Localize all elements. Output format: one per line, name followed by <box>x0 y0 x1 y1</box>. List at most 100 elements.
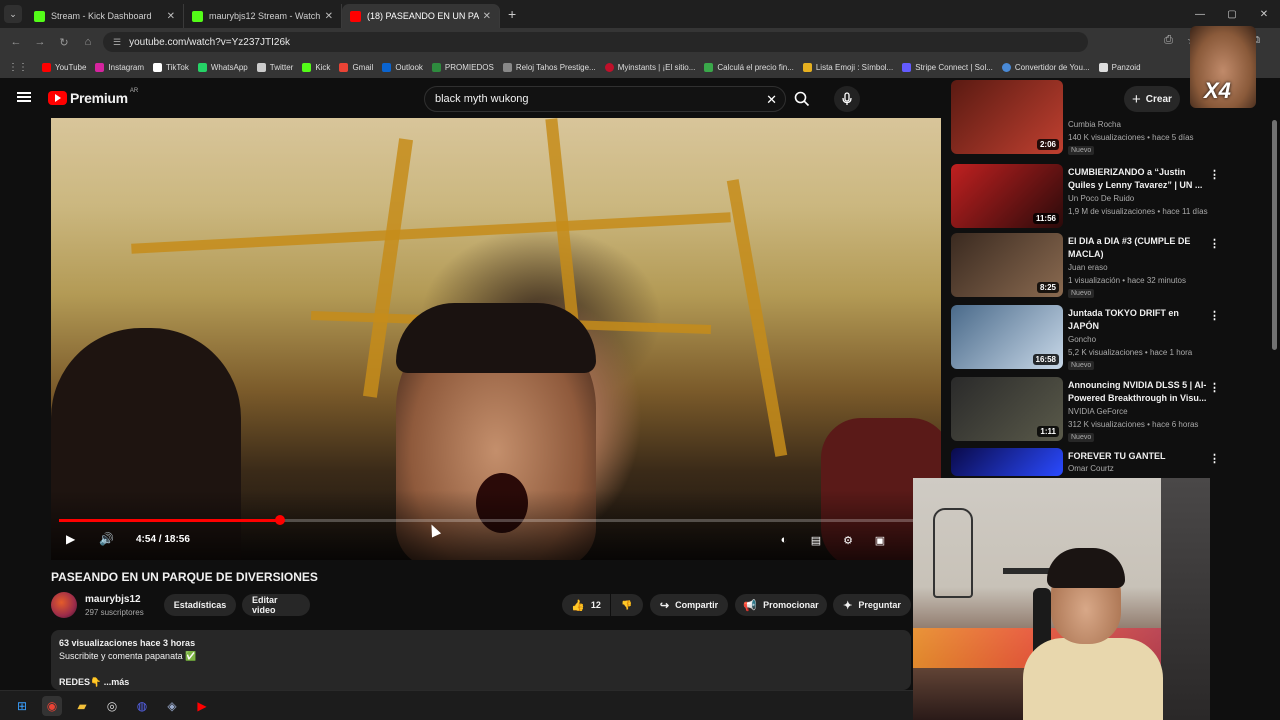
recommended-title[interactable]: FOREVER TU GANTEL <box>1068 450 1208 463</box>
more-options-icon[interactable]: ⋮ <box>1209 381 1220 394</box>
bookmark-item[interactable]: Myinstants | ¡El sitio... <box>604 62 695 72</box>
browser-tab-3[interactable]: (18) PASEANDO EN UN PARQUE DE DIVERSIONE… <box>342 4 500 28</box>
channel-name[interactable]: maurybjs12 <box>85 594 141 605</box>
voice-search-button[interactable] <box>834 86 860 112</box>
file-explorer-icon[interactable]: ▰ <box>72 696 92 716</box>
search-button[interactable] <box>788 86 816 112</box>
progress-fill <box>59 519 281 522</box>
bookmarks-bar: ⋮⋮ YouTube Instagram TikTok WhatsApp Twi… <box>0 56 1280 78</box>
tab-search-icon[interactable]: ⌄ <box>4 5 22 23</box>
video-thumbnail[interactable]: 11:56 <box>951 164 1063 228</box>
dislike-button[interactable]: 👎 <box>611 594 643 616</box>
subtitles-icon[interactable]: ▤ <box>807 531 825 549</box>
bookmark-label: Calculá el precio fin... <box>717 62 794 72</box>
autoplay-toggle-icon[interactable]: ◐ <box>775 531 793 549</box>
bookmark-item[interactable]: WhatsApp <box>197 62 248 72</box>
page-scrollbar[interactable] <box>1272 120 1277 350</box>
bookmark-item[interactable]: Instagram <box>95 62 144 72</box>
more-options-icon[interactable]: ⋮ <box>1209 452 1220 465</box>
recommended-title[interactable]: CUMBIERIZANDO a “Justin Quiles y Lenny T… <box>1068 166 1208 192</box>
close-icon[interactable]: ✕ <box>483 11 491 22</box>
settings-gear-icon[interactable]: ⚙ <box>839 531 857 549</box>
bookmark-item[interactable]: TikTok <box>153 62 189 72</box>
url-input[interactable]: ☰ youtube.com/watch?v=Yz237JTI26k <box>103 32 1088 52</box>
bookmark-item[interactable]: Convertidor de You... <box>1001 62 1090 72</box>
close-window-icon[interactable]: ✕ <box>1248 9 1280 20</box>
steam-icon[interactable]: ◈ <box>162 696 182 716</box>
bookmark-item[interactable]: YouTube <box>42 62 86 72</box>
more-options-icon[interactable]: ⋮ <box>1209 309 1220 322</box>
recommended-video[interactable]: 16:58 Juntada TOKYO DRIFT en JAPÓN ⋮ Goncho… <box>951 305 1271 371</box>
bookmark-item[interactable]: Lista Emoji : Símbol... <box>802 62 893 72</box>
bookmark-item[interactable]: PROMIEDOS <box>431 62 494 72</box>
show-more-link[interactable]: ...más <box>104 677 130 687</box>
video-thumbnail[interactable]: 16:58 <box>951 305 1063 369</box>
minimize-icon[interactable]: — <box>1184 9 1216 20</box>
install-icon[interactable]: ⎙ <box>1164 34 1173 47</box>
video-thumbnail[interactable] <box>951 448 1063 476</box>
apps-grid-icon[interactable]: ⋮⋮ <box>8 62 28 73</box>
browser-tab-2[interactable]: maurybjs12 Stream - Watch Live ✕ <box>184 4 342 28</box>
miniplayer-icon[interactable]: ▣ <box>871 531 889 549</box>
share-button[interactable]: ↪ Compartir <box>650 594 728 616</box>
youtube-logo[interactable]: Premium AR <box>48 88 138 106</box>
recommended-channel[interactable]: Cumbia Rocha <box>1068 120 1121 129</box>
bookmark-item[interactable]: Calculá el precio fin... <box>704 62 794 72</box>
video-thumbnail[interactable]: 1:11 <box>951 377 1063 441</box>
chrome-icon[interactable]: ◉ <box>42 695 62 716</box>
recommended-channel[interactable]: NVIDIA GeForce <box>1068 407 1128 416</box>
bookmark-item[interactable]: Stripe Connect | Sol... <box>902 62 993 72</box>
video-thumbnail[interactable]: 8:25 <box>951 233 1063 297</box>
site-info-icon[interactable]: ☰ <box>113 37 121 48</box>
bookmark-item[interactable]: Kick <box>302 62 330 72</box>
back-icon[interactable]: ← <box>4 36 28 48</box>
bookmark-item[interactable]: Outlook <box>382 62 423 72</box>
bookmark-label: Twitter <box>269 62 294 72</box>
progress-bar[interactable] <box>59 515 913 525</box>
youtube-app-icon[interactable]: ▶ <box>192 696 212 716</box>
edit-video-button[interactable]: Editar video <box>242 594 310 616</box>
description-box[interactable]: 63 visualizaciones hace 3 horas Suscribi… <box>51 630 911 690</box>
obs-icon[interactable]: ◎ <box>102 696 122 716</box>
forward-icon[interactable]: → <box>28 36 52 48</box>
recommended-title[interactable]: Juntada TOKYO DRIFT en JAPÓN <box>1068 307 1208 333</box>
new-tab-icon[interactable]: + <box>508 6 516 22</box>
recommended-title[interactable]: El DIA a DIA #3 (CUMPLE DE MACLA) <box>1068 235 1208 261</box>
promote-button[interactable]: 📢 Promocionar <box>735 594 827 616</box>
menu-icon[interactable] <box>17 92 31 102</box>
recommended-channel[interactable]: Omar Courtz <box>1068 464 1114 473</box>
play-icon[interactable]: ▶ <box>66 532 75 546</box>
ask-button[interactable]: ✦ Preguntar <box>833 594 911 616</box>
recommended-video[interactable]: 8:25 El DIA a DIA #3 (CUMPLE DE MACLA) ⋮ Ju… <box>951 233 1271 299</box>
home-icon[interactable]: ⌂ <box>76 36 100 48</box>
volume-icon[interactable]: 🔊 <box>99 532 114 546</box>
channel-avatar[interactable] <box>51 592 77 618</box>
close-icon[interactable]: ✕ <box>167 11 175 22</box>
reload-icon[interactable]: ↻ <box>52 36 76 49</box>
clear-search-icon[interactable]: ✕ <box>766 92 777 108</box>
recommended-title[interactable]: Announcing NVIDIA DLSS 5 | AI-Powered Br… <box>1068 379 1208 405</box>
more-options-icon[interactable]: ⋮ <box>1209 237 1220 250</box>
recommended-video[interactable]: 1:11 Announcing NVIDIA DLSS 5 | AI-Powere… <box>951 377 1271 443</box>
recommended-channel[interactable]: Juan eraso <box>1068 263 1108 272</box>
video-thumbnail[interactable]: 2:06 <box>951 80 1063 154</box>
discord-icon[interactable]: ◍ <box>132 696 152 716</box>
windows-start-icon[interactable]: ⊞ <box>12 696 32 716</box>
close-icon[interactable]: ✕ <box>325 11 333 22</box>
like-button[interactable]: 👍 12 <box>562 594 610 616</box>
new-badge: Nuevo <box>1068 289 1095 298</box>
more-options-icon[interactable]: ⋮ <box>1209 168 1220 181</box>
create-button[interactable]: + Crear <box>1124 86 1180 112</box>
statistics-button[interactable]: Estadísticas <box>164 594 236 616</box>
bookmark-item[interactable]: Reloj Tahos Prestige... <box>502 62 596 72</box>
maximize-icon[interactable]: ▢ <box>1216 9 1248 20</box>
video-player[interactable]: ▶ 🔊 4:54 / 18:56 ◐ ▤ ⚙ ▣ <box>51 118 941 560</box>
bookmark-item[interactable]: Gmail <box>339 62 373 72</box>
recommended-channel[interactable]: Un Poco De Ruido <box>1068 194 1134 203</box>
recommended-channel[interactable]: Goncho <box>1068 335 1096 344</box>
browser-tab-1[interactable]: Stream - Kick Dashboard ✕ <box>26 4 184 28</box>
recommended-video[interactable]: 11:56 CUMBIERIZANDO a “Justin Quiles y Le… <box>951 164 1271 230</box>
bookmark-item[interactable]: Panzoid <box>1098 62 1141 72</box>
search-input[interactable]: black myth wukong ✕ <box>424 86 786 112</box>
bookmark-item[interactable]: Twitter <box>256 62 294 72</box>
